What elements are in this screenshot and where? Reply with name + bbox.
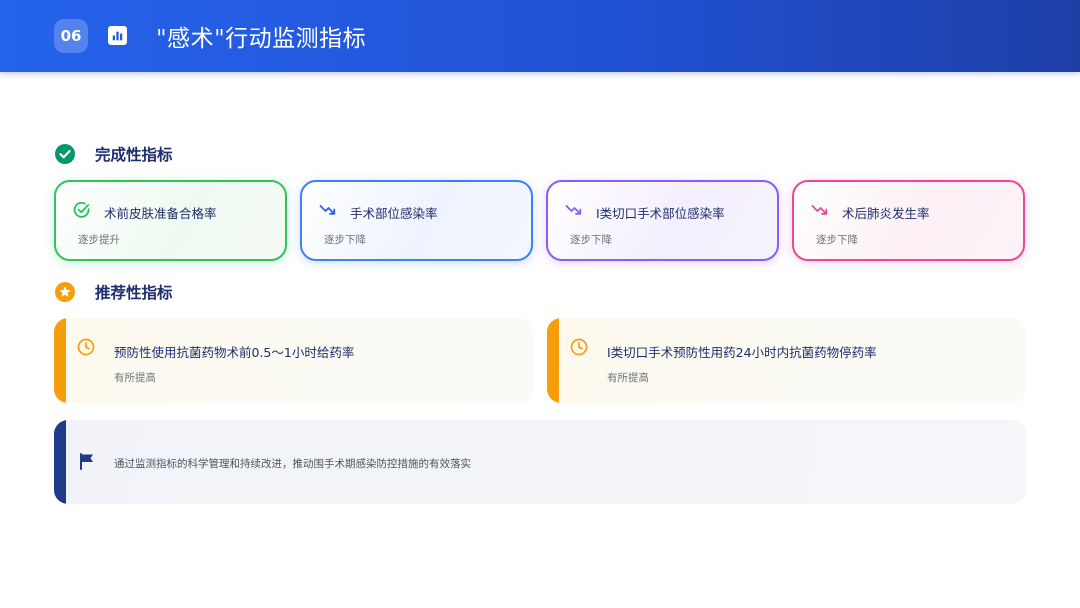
- check-circle-icon: [55, 144, 75, 164]
- completion-card-pneumonia-rate: 术后肺炎发生率 逐步下降: [792, 180, 1025, 261]
- completion-section-header: 完成性指标: [54, 143, 173, 165]
- recommended-section-label: 推荐性指标: [95, 284, 173, 302]
- card-title: 手术部位感染率: [350, 206, 438, 221]
- header-bar: 06 "感术"行动监测指标: [0, 0, 1080, 72]
- accent-bar: [547, 318, 559, 403]
- completion-card-ssi-rate: 手术部位感染率 逐步下降: [300, 180, 533, 261]
- clock-icon: [570, 338, 588, 356]
- accent-bar: [54, 318, 66, 403]
- card-status: 逐步下降: [570, 234, 612, 246]
- clock-icon: [77, 338, 95, 356]
- completion-card-class1-ssi-rate: I类切口手术部位感染率 逐步下降: [546, 180, 779, 261]
- completion-section-label: 完成性指标: [95, 146, 173, 164]
- trend-down-icon: [319, 205, 336, 215]
- completion-card-skin-prep: 术前皮肤准备合格率 逐步提升: [54, 180, 287, 261]
- recommended-item-24h-stop-rate: I类切口手术预防性用药24小时内抗菌药物停药率 有所提高: [547, 318, 1026, 403]
- bar-chart-icon: [108, 26, 127, 45]
- recommended-item-status: 有所提高: [114, 372, 156, 384]
- star-circle-icon: [55, 282, 75, 302]
- card-title: I类切口手术部位感染率: [596, 206, 725, 221]
- accent-bar: [54, 420, 66, 504]
- card-title: 术后肺炎发生率: [842, 206, 930, 221]
- summary-note: 通过监测指标的科学管理和持续改进，推动围手术期感染防控措施的有效落实: [54, 420, 1026, 504]
- trend-down-icon: [811, 205, 828, 215]
- card-status: 逐步下降: [816, 234, 858, 246]
- card-status: 逐步下降: [324, 234, 366, 246]
- trend-down-icon: [565, 205, 582, 215]
- summary-note-text: 通过监测指标的科学管理和持续改进，推动围手术期感染防控措施的有效落实: [114, 458, 471, 470]
- recommended-section-header: 推荐性指标: [54, 281, 173, 303]
- card-status: 逐步提升: [78, 234, 120, 246]
- page-title: "感术"行动监测指标: [156, 26, 367, 52]
- check-circle-outline-icon: [73, 202, 90, 218]
- recommended-item-status: 有所提高: [607, 372, 649, 384]
- recommended-item-title: 预防性使用抗菌药物术前0.5～1小时给药率: [114, 345, 355, 360]
- slide-number-badge: 06: [54, 19, 88, 53]
- recommended-item-preop-antibiotic: 预防性使用抗菌药物术前0.5～1小时给药率 有所提高: [54, 318, 533, 403]
- card-title: 术前皮肤准备合格率: [104, 206, 217, 221]
- flag-icon: [80, 453, 93, 470]
- recommended-item-title: I类切口手术预防性用药24小时内抗菌药物停药率: [607, 345, 877, 360]
